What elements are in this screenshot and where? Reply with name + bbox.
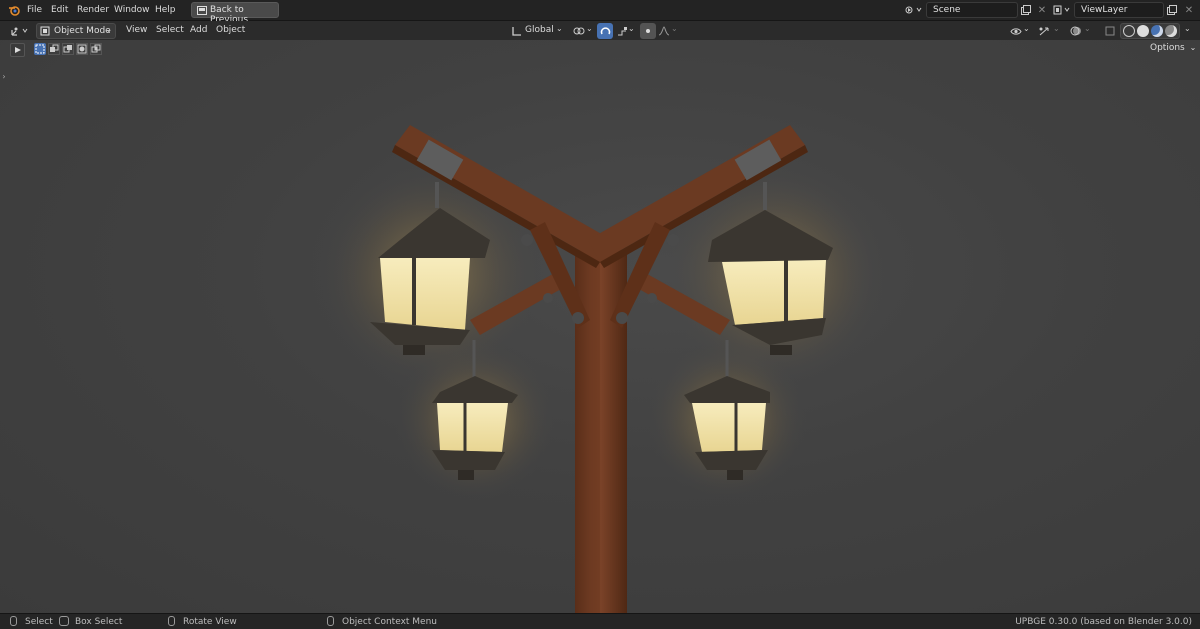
version-label: UPBGE 0.30.0 (based on Blender 3.0.0) <box>1015 617 1192 627</box>
snap-toggle-icon[interactable] <box>597 23 613 39</box>
top-menu-bar: File Edit Render Window Help Back to Pre… <box>0 0 1200 25</box>
blender-logo-icon[interactable] <box>6 2 22 18</box>
viewport-scene <box>320 125 885 613</box>
chevron-down-icon: ⌄ <box>1189 43 1197 52</box>
object-mode-icon <box>40 26 50 39</box>
screen-back-icon <box>197 6 207 18</box>
chevron-down-icon: ⌄ <box>106 26 112 34</box>
chevron-down-icon[interactable]: ⌄ <box>1023 24 1030 33</box>
rendered-shading-icon[interactable] <box>1165 25 1177 37</box>
chevron-down-icon[interactable]: ⌄ <box>1084 24 1091 33</box>
solid-shading-icon[interactable] <box>1137 25 1149 37</box>
menu-edit[interactable]: Edit <box>51 5 68 15</box>
status-context-menu-label: Object Context Menu <box>342 617 438 627</box>
status-select-label: Select <box>25 617 53 627</box>
scene-name-text: Scene <box>933 5 961 15</box>
object-mode-dropdown[interactable]: Object Mode ⌄ <box>36 23 116 39</box>
options-label: Options <box>1150 43 1185 53</box>
overlays-icon[interactable] <box>1068 23 1084 39</box>
chevron-down-icon[interactable]: ⌄ <box>586 24 593 33</box>
viewport-header: Object Mode ⌄ View Select Add Object Glo… <box>0 21 1200 40</box>
chevron-down-icon[interactable]: ⌄ <box>628 24 635 33</box>
scene-name-field[interactable]: Scene <box>926 2 1018 18</box>
new-viewlayer-icon[interactable] <box>1164 2 1180 18</box>
status-box-select-label: Box Select <box>75 617 123 627</box>
header-menu-select[interactable]: Select <box>156 25 184 35</box>
header-menu-view[interactable]: View <box>126 25 147 35</box>
object-mode-label: Object Mode <box>54 26 111 36</box>
menu-window[interactable]: Window <box>114 5 150 15</box>
options-dropdown[interactable]: Options ⌄ <box>1150 43 1196 53</box>
pivot-point-icon[interactable] <box>571 23 587 39</box>
transform-orientation-label[interactable]: Global <box>525 25 554 35</box>
select-intersect-icon[interactable] <box>90 43 102 55</box>
viewport-shading-group <box>1120 23 1180 39</box>
remove-scene-icon[interactable]: ✕ <box>1034 2 1050 18</box>
tool-cursor-icon[interactable] <box>10 43 25 57</box>
gizmo-icon[interactable] <box>1036 23 1052 39</box>
chevron-down-icon[interactable]: ⌄ <box>1053 24 1060 33</box>
scene-browse-icon[interactable] <box>903 2 925 18</box>
chevron-down-icon[interactable]: ⌄ <box>556 24 563 33</box>
visibility-eye-icon[interactable] <box>1008 23 1024 39</box>
mouse-right-icon <box>327 616 334 626</box>
status-rotate-view-label: Rotate View <box>183 617 237 627</box>
chevron-down-icon[interactable]: ⌄ <box>1184 24 1191 33</box>
3d-viewport[interactable]: › <box>0 40 1200 613</box>
mouse-drag-icon <box>59 616 69 626</box>
falloff-curve-icon[interactable] <box>656 23 672 39</box>
viewlayer-name-text: ViewLayer <box>1081 5 1128 15</box>
menu-help[interactable]: Help <box>155 5 176 15</box>
select-invert-icon[interactable] <box>76 43 88 55</box>
new-scene-icon[interactable] <box>1018 2 1034 18</box>
transform-orientation-icon[interactable] <box>508 23 524 39</box>
proportional-editing-icon[interactable] <box>640 23 656 39</box>
menu-file[interactable]: File <box>27 5 42 15</box>
select-subtract-icon[interactable] <box>62 43 74 55</box>
mouse-middle-icon <box>168 616 175 626</box>
select-new-icon[interactable] <box>34 43 46 55</box>
mouse-left-icon <box>10 616 17 626</box>
remove-viewlayer-icon[interactable]: ✕ <box>1181 2 1197 18</box>
header-menu-object[interactable]: Object <box>216 25 245 35</box>
toolbar-expand-icon[interactable]: › <box>0 68 8 84</box>
back-to-previous-button[interactable]: Back to Previous <box>191 2 279 25</box>
header-menu-add[interactable]: Add <box>190 25 207 35</box>
material-preview-shading-icon[interactable] <box>1151 25 1163 37</box>
xray-toggle-icon[interactable] <box>1102 23 1118 39</box>
editor-type-icon[interactable] <box>8 23 32 39</box>
select-extend-icon[interactable] <box>48 43 60 55</box>
wireframe-shading-icon[interactable] <box>1123 25 1135 37</box>
chevron-down-icon[interactable]: ⌄ <box>671 24 678 33</box>
viewlayer-name-field[interactable]: ViewLayer <box>1074 2 1164 18</box>
menu-render[interactable]: Render <box>77 5 109 15</box>
viewlayer-browse-icon[interactable] <box>1051 2 1073 18</box>
status-bar: Select Box Select Rotate View Object Con… <box>0 613 1200 629</box>
